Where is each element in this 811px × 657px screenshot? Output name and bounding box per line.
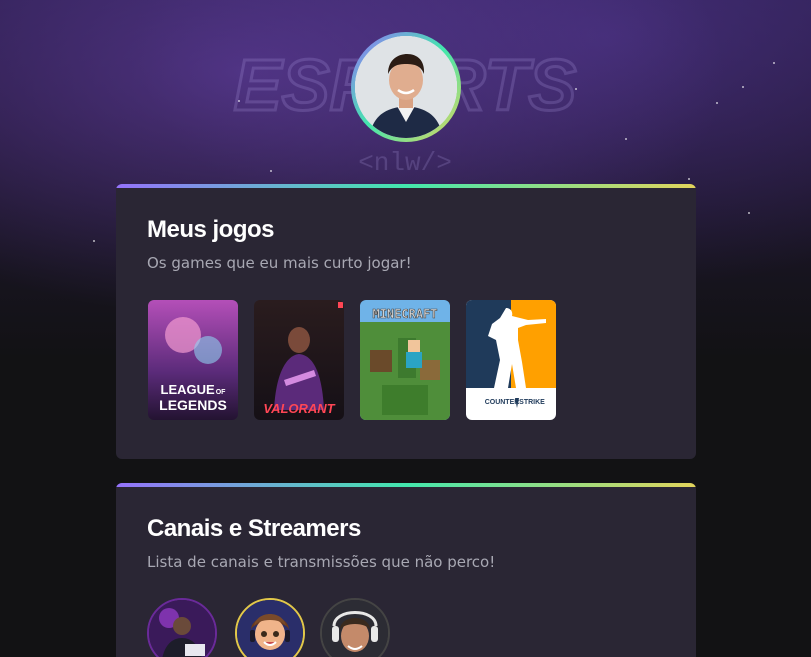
lol-title-line2: LEGENDS xyxy=(159,397,227,413)
lol-title-of: OF xyxy=(216,389,226,396)
streamers-section-title: Canais e Streamers xyxy=(147,515,361,542)
lol-title-line1: LEAGUE xyxy=(161,382,216,397)
streamers-section-subtitle: Lista de canais e transmissões que não p… xyxy=(147,553,496,571)
minecraft-title: MINECRAFT xyxy=(372,307,437,321)
games-section-title: Meus jogos xyxy=(147,216,275,243)
games-section-subtitle: Os games que eu mais curto jogar! xyxy=(147,254,412,272)
profile-avatar xyxy=(355,36,457,138)
game-card-valorant[interactable]: VALORANT xyxy=(254,300,344,420)
games-card: Meus jogos Os games que eu mais curto jo… xyxy=(116,184,696,459)
valorant-title: VALORANT xyxy=(263,401,335,416)
cs-title-strike: STRIKE xyxy=(519,399,545,406)
profile-avatar-ring xyxy=(351,32,461,142)
game-card-counter-strike[interactable]: COUNTER STRIKE xyxy=(466,300,556,420)
logo-watermark-tag: <nlw/> xyxy=(358,148,452,178)
cs-title-counter: COUNTER xyxy=(485,399,520,406)
game-card-league-of-legends[interactable]: LEAGUEOF LEGENDS xyxy=(148,300,238,420)
game-card-minecraft[interactable]: MINECRAFT xyxy=(360,300,450,420)
